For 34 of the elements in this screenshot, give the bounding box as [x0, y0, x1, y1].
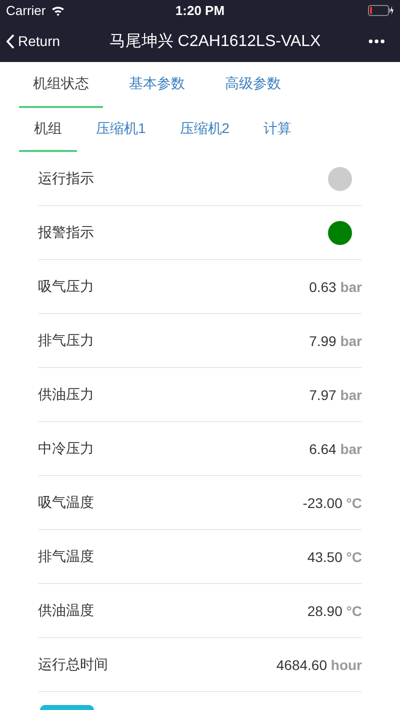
more-button[interactable]: •••	[360, 33, 394, 49]
row-value: 6.64 bar	[309, 440, 362, 456]
wifi-icon	[50, 4, 65, 16]
sub-tab[interactable]: 压缩机1	[81, 108, 161, 152]
row-value: 28.90 °C	[307, 602, 362, 618]
row-label: 排气温度	[38, 548, 94, 566]
carrier-label: Carrier	[6, 2, 46, 18]
sub-tab[interactable]: 压缩机2	[164, 108, 245, 152]
row-label: 运行指示	[38, 170, 94, 188]
row-value: 43.50 °C	[307, 548, 362, 564]
clock-time: 1:20 PM	[174, 2, 226, 18]
page-title: 马尾坤兴 C2AH1612LS-VALX	[108, 32, 322, 52]
row-value: 7.97 bar	[309, 386, 362, 402]
row-label: 供油温度	[38, 602, 94, 620]
back-button[interactable]: Return	[6, 33, 60, 49]
row-value: 0.63 bar	[309, 278, 362, 294]
row-label: 中冷压力	[38, 440, 94, 458]
row-label: 供油压力	[38, 386, 94, 404]
tab[interactable]: 高级参数	[211, 62, 295, 108]
tab[interactable]: 机组状态	[19, 62, 103, 108]
sub-tab[interactable]: 计算	[248, 108, 307, 152]
chevron-left-icon	[6, 34, 15, 48]
battery-icon	[368, 4, 394, 16]
row-label: 吸气温度	[38, 494, 94, 512]
row-value: 4684.60 hour	[276, 656, 362, 672]
row-label: 报警指示	[38, 224, 94, 242]
row-value: -23.00 °C	[302, 494, 362, 510]
action-button[interactable]	[40, 705, 94, 710]
row-label: 运行总时间	[38, 656, 108, 674]
sub-tab[interactable]: 机组	[19, 108, 77, 152]
row-value: 7.99 bar	[309, 332, 362, 348]
tab[interactable]: 基本参数	[115, 62, 199, 108]
row-label: 排气压力	[38, 332, 94, 350]
row-label: 吸气压力	[38, 278, 94, 296]
